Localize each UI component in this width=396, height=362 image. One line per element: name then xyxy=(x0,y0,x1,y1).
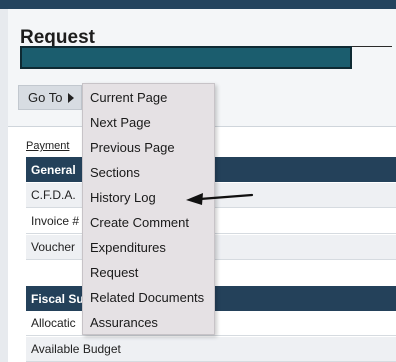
redaction-box xyxy=(20,46,352,69)
menu-item-history-log[interactable]: History Log xyxy=(83,185,214,210)
menu-item-sections[interactable]: Sections xyxy=(83,160,214,185)
top-bar xyxy=(0,0,396,9)
menu-item-assurances[interactable]: Assurances xyxy=(83,310,214,335)
menu-item-create-comment[interactable]: Create Comment xyxy=(83,210,214,235)
caret-right-icon xyxy=(68,92,75,103)
goto-dropdown-menu: Current Page Next Page Previous Page Sec… xyxy=(82,83,215,335)
goto-button[interactable]: Go To xyxy=(18,85,82,110)
menu-item-next-page[interactable]: Next Page xyxy=(83,110,214,135)
menu-item-expenditures[interactable]: Expenditures xyxy=(83,235,214,260)
menu-item-previous-page[interactable]: Previous Page xyxy=(83,135,214,160)
menu-item-related-documents[interactable]: Related Documents xyxy=(83,285,214,310)
payment-link[interactable]: Payment xyxy=(26,140,69,152)
field-row-available-budget: Available Budget xyxy=(26,337,396,362)
menu-item-request[interactable]: Request xyxy=(83,260,214,285)
goto-label: Go To xyxy=(28,90,63,105)
menu-item-current-page[interactable]: Current Page xyxy=(83,85,214,110)
